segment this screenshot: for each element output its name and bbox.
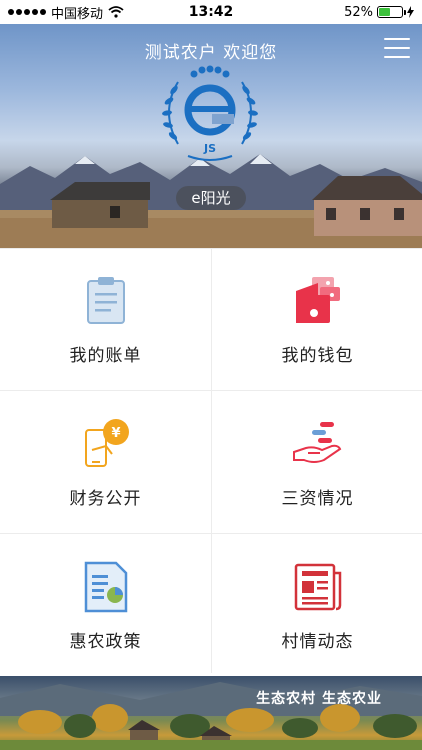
- tile-label: 村情动态: [281, 631, 354, 652]
- status-right: 52%: [344, 5, 414, 20]
- menu-icon-line: [384, 47, 410, 49]
- wallet-icon: [295, 277, 340, 323]
- charging-icon: [407, 6, 414, 18]
- newspaper-icon: [294, 563, 341, 610]
- bill-clipboard-icon: [86, 277, 125, 324]
- welcome-title: 测试农户 欢迎您: [144, 43, 278, 63]
- tile-label: 财务公开: [69, 488, 142, 509]
- bottom-promo-banner[interactable]: 生态农村 生态农业: [0, 676, 422, 750]
- menu-button[interactable]: [384, 38, 410, 58]
- logo-text: JS: [203, 142, 216, 155]
- tile-my-bill[interactable]: 我的账单: [0, 249, 211, 390]
- banner-caption: 生态农村 生态农业: [256, 691, 382, 707]
- feature-grid: 我的账单 我的钱包 ¥ 财务公开 三资情况 惠农政策 村情动态: [0, 248, 422, 676]
- tile-village-news[interactable]: 村情动态: [212, 534, 422, 676]
- status-left: 中国移动: [8, 3, 124, 22]
- assets-hand-icon: [292, 421, 341, 463]
- tile-label: 惠农政策: [69, 631, 142, 652]
- status-time: 13:42: [188, 4, 234, 20]
- svg-text:¥: ¥: [111, 426, 120, 441]
- carrier-label: 中国移动: [51, 6, 104, 22]
- signal-icon: [8, 9, 46, 15]
- tile-label: 我的账单: [69, 346, 142, 366]
- brand-badge: e阳光: [176, 186, 246, 210]
- battery-icon: [377, 6, 406, 18]
- policy-document-icon: [84, 561, 127, 612]
- app-logo: JS: [162, 65, 258, 161]
- hero-banner: 测试农户 欢迎您 JS e阳光: [0, 24, 422, 248]
- status-bar: 中国移动 13:42 52%: [0, 0, 422, 24]
- menu-icon-line: [384, 38, 410, 40]
- menu-icon-line: [384, 56, 410, 58]
- wifi-icon: [108, 6, 124, 18]
- finance-phone-coin-icon: ¥: [84, 418, 129, 467]
- tile-label: 我的钱包: [281, 346, 354, 366]
- tile-label: 三资情况: [281, 488, 354, 509]
- tile-my-wallet[interactable]: 我的钱包: [212, 249, 422, 390]
- tile-three-assets[interactable]: 三资情况: [212, 391, 422, 533]
- battery-percent: 52%: [344, 4, 373, 20]
- tile-farm-policy[interactable]: 惠农政策: [0, 534, 211, 676]
- tile-finance-public[interactable]: ¥ 财务公开: [0, 391, 211, 533]
